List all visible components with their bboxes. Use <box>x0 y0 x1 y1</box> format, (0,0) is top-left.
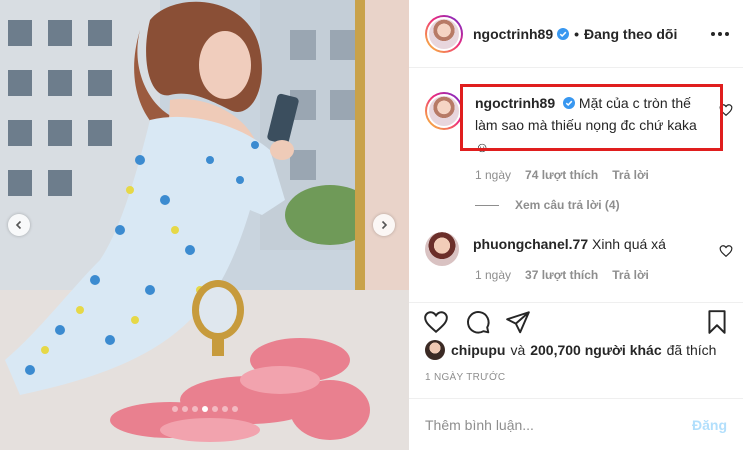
comment-likes[interactable]: 37 lượt thích <box>525 268 598 282</box>
carousel-dot <box>181 406 188 412</box>
bookmark-save-icon[interactable] <box>704 309 730 335</box>
carousel-dot <box>231 406 238 412</box>
comment-time[interactable]: 1 ngày <box>475 268 511 282</box>
like-heart-icon[interactable] <box>423 309 449 335</box>
author-avatar[interactable] <box>425 14 463 53</box>
post-sidebar: ngoctrinh89 • Đang theo dõi ngoctrinh89 … <box>409 0 743 450</box>
commenter-username[interactable]: ngoctrinh89 <box>475 95 555 111</box>
chevron-right-icon <box>381 220 388 230</box>
likes-summary: chipupu và 200,700 người khác đã thích <box>425 340 716 360</box>
comment-likes[interactable]: 74 lượt thích <box>525 168 598 182</box>
post-timestamp[interactable]: 1 NGÀY TRƯỚC <box>425 372 505 383</box>
verified-badge-icon <box>563 97 576 109</box>
replies-divider <box>475 204 499 206</box>
liker-username[interactable]: chipupu <box>451 342 505 358</box>
likes-connector: và <box>510 342 526 358</box>
chevron-left-icon <box>15 220 22 230</box>
carousel-indicator <box>0 406 409 412</box>
view-replies-label: Xem câu trả lời (4) <box>515 198 620 212</box>
post-photo <box>0 0 409 450</box>
carousel-dot <box>191 406 198 412</box>
comments-list: ngoctrinh89 Mặt của c tròn thế làm sao m… <box>409 68 743 302</box>
comment-text: Mặt của c tròn thế <box>578 95 691 111</box>
commenter-username[interactable]: phuongchanel.77 <box>473 236 588 252</box>
share-send-icon[interactable] <box>505 309 531 335</box>
smile-emoji: ☺ <box>475 139 490 155</box>
more-options-icon[interactable] <box>711 31 729 36</box>
comment-body: ngoctrinh89 Mặt của c tròn thế làm sao m… <box>475 92 697 158</box>
likes-count[interactable]: 200,700 người khác <box>530 342 661 358</box>
post-image <box>0 0 409 450</box>
likes-suffix: đã thích <box>666 342 717 358</box>
commenter-avatar[interactable] <box>425 92 463 130</box>
comment-text: Xinh quá xá <box>592 236 666 252</box>
like-comment-heart-icon[interactable] <box>719 103 733 117</box>
comment-body: phuongchanel.77 Xinh quá xá <box>473 232 666 266</box>
view-replies-button[interactable]: Xem câu trả lời (4) <box>475 198 620 212</box>
verified-badge-icon <box>557 27 570 40</box>
carousel-dot <box>221 406 228 412</box>
comment-item: phuongchanel.77 Xinh quá xá 1 ngày 37 lư… <box>425 232 725 282</box>
following-button[interactable]: Đang theo dõi <box>584 26 677 42</box>
add-comment-input[interactable] <box>425 416 692 433</box>
like-comment-heart-icon[interactable] <box>719 244 733 258</box>
post-actions <box>409 302 743 338</box>
comment-meta: 1 ngày 74 lượt thích Trả lời <box>475 168 725 182</box>
comment-time[interactable]: 1 ngày <box>475 168 511 182</box>
carousel-dot <box>171 406 178 412</box>
carousel-dot-active <box>201 406 208 412</box>
next-photo-button[interactable] <box>373 214 395 236</box>
reply-button[interactable]: Trả lời <box>612 168 649 182</box>
author-username[interactable]: ngoctrinh89 <box>473 26 553 42</box>
add-comment-bar: Đăng <box>409 398 743 450</box>
comment-text: làm sao mà thiếu nọng đc chứ kaka <box>475 117 697 133</box>
comment-item: ngoctrinh89 Mặt của c tròn thế làm sao m… <box>425 92 725 182</box>
post-header: ngoctrinh89 • Đang theo dõi <box>409 0 743 68</box>
commenter-avatar[interactable] <box>425 232 459 266</box>
post-comment-button[interactable]: Đăng <box>692 417 727 433</box>
carousel-dot <box>211 406 218 412</box>
liker-avatar[interactable] <box>425 340 445 360</box>
header-separator: • <box>574 25 580 42</box>
comment-meta: 1 ngày 37 lượt thích Trả lời <box>475 268 725 282</box>
previous-photo-button[interactable] <box>8 214 30 236</box>
reply-button[interactable]: Trả lời <box>612 268 649 282</box>
comment-icon[interactable] <box>465 309 491 335</box>
